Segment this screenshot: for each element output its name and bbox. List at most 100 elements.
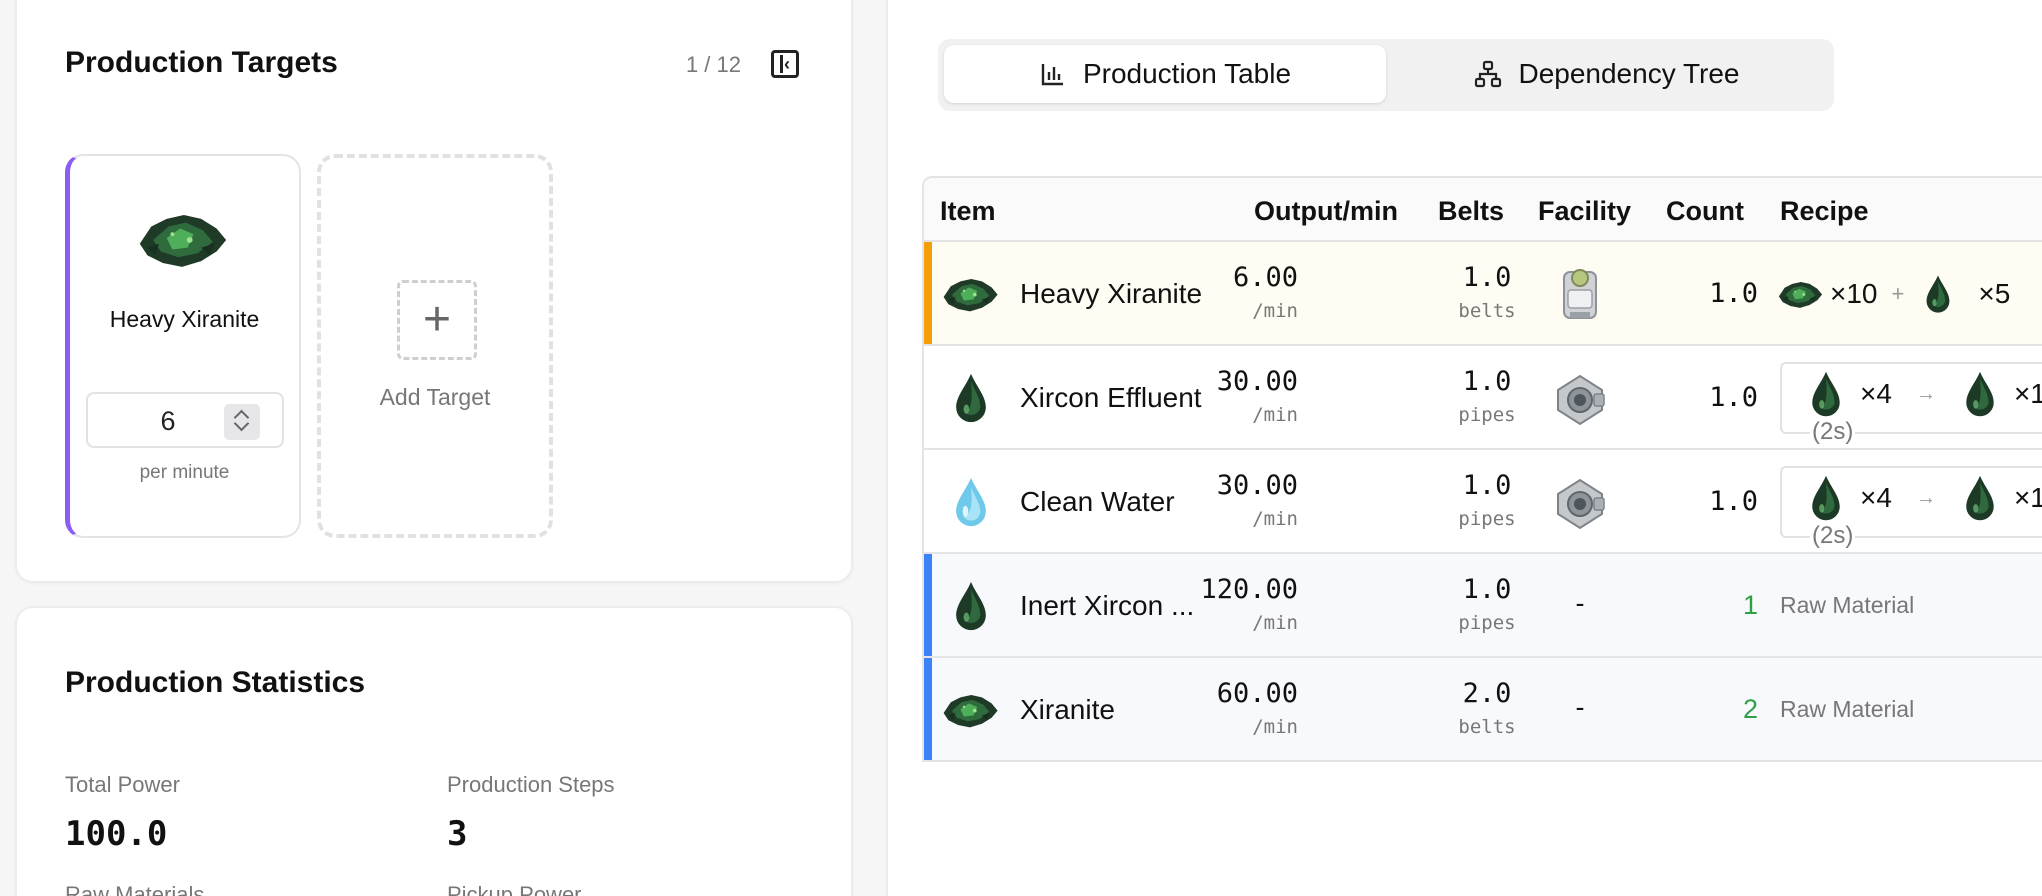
pipes-unit: pipes: [1458, 508, 1516, 530]
bar-chart-icon: [1041, 64, 1063, 86]
facility-count: 1.0: [1709, 382, 1758, 413]
water-drop-icon: [948, 476, 994, 528]
item-name: Heavy Xiranite: [1020, 278, 1203, 309]
row-accent: [924, 242, 932, 344]
pipes-value: 1.0: [1462, 470, 1512, 501]
recipe-output-qty: ×1: [2013, 378, 2042, 409]
belts-value: 2.0: [1462, 678, 1512, 709]
column-header-output[interactable]: Output/min: [1254, 196, 1398, 227]
mixer-icon: [1550, 472, 1610, 532]
targets-counter: 1 / 12: [685, 52, 741, 77]
table-row[interactable]: Clean Water 30.00 /min 1.0 pipes 1.0 ×4 …: [924, 450, 2042, 554]
effluent-drop-icon: [1806, 370, 1846, 418]
belts-unit: belts: [1458, 716, 1516, 738]
output-unit: /min: [1252, 612, 1298, 634]
xiranite-ore-icon: [940, 268, 1000, 320]
output-unit: /min: [1252, 300, 1298, 322]
tab-dependency-tree[interactable]: Dependency Tree: [1386, 45, 1828, 103]
xiranite-ore-icon: [940, 684, 1000, 736]
total-power-label: Total Power: [65, 772, 180, 797]
row-accent: [924, 658, 932, 760]
raw-material-label: Raw Material: [1780, 696, 1915, 722]
facility-count: 1: [1742, 590, 1758, 620]
results-panel: Production Table Dependency Tree Item Ou…: [886, 0, 2042, 896]
collapse-panel-button[interactable]: ‹: [771, 50, 799, 78]
recipe-output-qty: ×1: [2013, 482, 2042, 513]
plus-sign: +: [1891, 281, 1905, 306]
view-tabs: Production Table Dependency Tree: [938, 39, 1834, 111]
add-target-label: Add Target: [379, 384, 491, 410]
item-name: Inert Xircon ...: [1020, 590, 1195, 621]
add-target-button[interactable]: + Add Target: [317, 154, 553, 538]
column-header-facility[interactable]: Facility: [1538, 196, 1631, 227]
effluent-drop-icon: [948, 580, 994, 632]
arrow-right-icon: →: [1915, 486, 1936, 509]
recipe[interactable]: ×4 → ×1 (2s): [1780, 362, 2042, 446]
table-row[interactable]: Xircon Effluent 30.00 /min 1.0 pipes 1.0…: [924, 346, 2042, 450]
column-header-recipe[interactable]: Recipe: [1780, 196, 1869, 227]
target-quantity-input[interactable]: 6: [86, 392, 284, 448]
output-value: 6.00: [1232, 262, 1298, 293]
belts-unit: belts: [1458, 300, 1516, 322]
table-header: Item Output/min Belts Facility Count Rec…: [924, 178, 2042, 242]
production-targets-title: Production Targets: [65, 46, 338, 79]
recipe-input-qty: ×5: [1978, 278, 2011, 309]
recipe-input-qty: ×4: [1860, 482, 1892, 513]
production-table: Item Output/min Belts Facility Count Rec…: [922, 176, 2042, 762]
production-statistics-card: Production Statistics Total Power 100.0 …: [15, 606, 853, 896]
pipes-value: 1.0: [1462, 574, 1512, 605]
effluent-drop-icon: [1960, 370, 2000, 418]
pickup-power-label: Pickup Power: [447, 882, 582, 896]
table-row[interactable]: Heavy Xiranite 6.00 /min 1.0 belts 1.0 ×…: [924, 242, 2042, 346]
mixer-icon: [1550, 368, 1610, 428]
facility-count: 1.0: [1709, 278, 1758, 309]
recipe[interactable]: ×4 → ×1 (2s): [1780, 466, 2042, 550]
production-steps-value: 3: [447, 814, 468, 854]
item-name: Xircon Effluent: [1020, 382, 1202, 413]
xiranite-ore-icon: [1776, 274, 1824, 314]
tab-production-table[interactable]: Production Table: [944, 45, 1386, 103]
output-value: 120.00: [1200, 574, 1298, 605]
column-header-belts[interactable]: Belts: [1438, 196, 1504, 227]
pipes-value: 1.0: [1462, 366, 1512, 397]
page: Production Targets 1 / 12 ‹ Heavy Xirani…: [0, 0, 2042, 896]
target-name: Heavy Xiranite: [109, 306, 260, 332]
table-row[interactable]: Inert Xircon ... 120.00 /min 1.0 pipes -…: [924, 554, 2042, 658]
tab-dependency-tree-label: Dependency Tree: [1518, 58, 1740, 89]
plus-icon: +: [397, 280, 477, 360]
production-statistics-title: Production Statistics: [65, 666, 366, 699]
hierarchy-icon: [1475, 60, 1502, 88]
arrow-right-icon: →: [1915, 382, 1936, 405]
recipe[interactable]: ×10 + ×5: [1776, 264, 2010, 324]
row-accent: [924, 554, 932, 656]
column-header-item[interactable]: Item: [940, 196, 996, 227]
output-unit: /min: [1252, 716, 1298, 738]
refinery-icon: [1550, 264, 1610, 324]
recipe-time: (2s): [1810, 418, 1856, 446]
production-targets-card: Production Targets 1 / 12 ‹ Heavy Xirani…: [15, 0, 853, 583]
table-row[interactable]: Xiranite 60.00 /min 2.0 belts - 2 Raw Ma…: [924, 658, 2042, 762]
tab-production-table-label: Production Table: [1082, 58, 1292, 89]
output-unit: /min: [1252, 508, 1298, 530]
target-tile-heavy-xiranite[interactable]: Heavy Xiranite 6 per minute: [65, 154, 301, 538]
output-unit: /min: [1252, 404, 1298, 426]
chevron-left-icon: ‹: [784, 54, 790, 74]
item-name: Xiranite: [1020, 694, 1115, 725]
raw-material-label: Raw Material: [1780, 592, 1915, 618]
pipes-unit: pipes: [1458, 612, 1516, 634]
production-steps-label: Production Steps: [447, 772, 615, 797]
output-value: 60.00: [1216, 678, 1298, 709]
quantity-unit-label: per minute: [139, 462, 230, 483]
raw-materials-label: Raw Materials: [65, 882, 205, 896]
pipes-unit: pipes: [1458, 404, 1516, 426]
facility-none: -: [1575, 588, 1585, 618]
quantity-stepper[interactable]: [224, 404, 260, 440]
recipe-time: (2s): [1810, 522, 1856, 550]
effluent-drop-icon: [1806, 474, 1846, 522]
effluent-drop-icon: [1960, 474, 2000, 522]
xiranite-ore-icon: [134, 204, 230, 274]
effluent-drop-icon: [948, 372, 994, 424]
belts-value: 1.0: [1462, 262, 1512, 293]
column-header-count[interactable]: Count: [1666, 196, 1744, 227]
effluent-drop-icon: [1918, 274, 1958, 314]
